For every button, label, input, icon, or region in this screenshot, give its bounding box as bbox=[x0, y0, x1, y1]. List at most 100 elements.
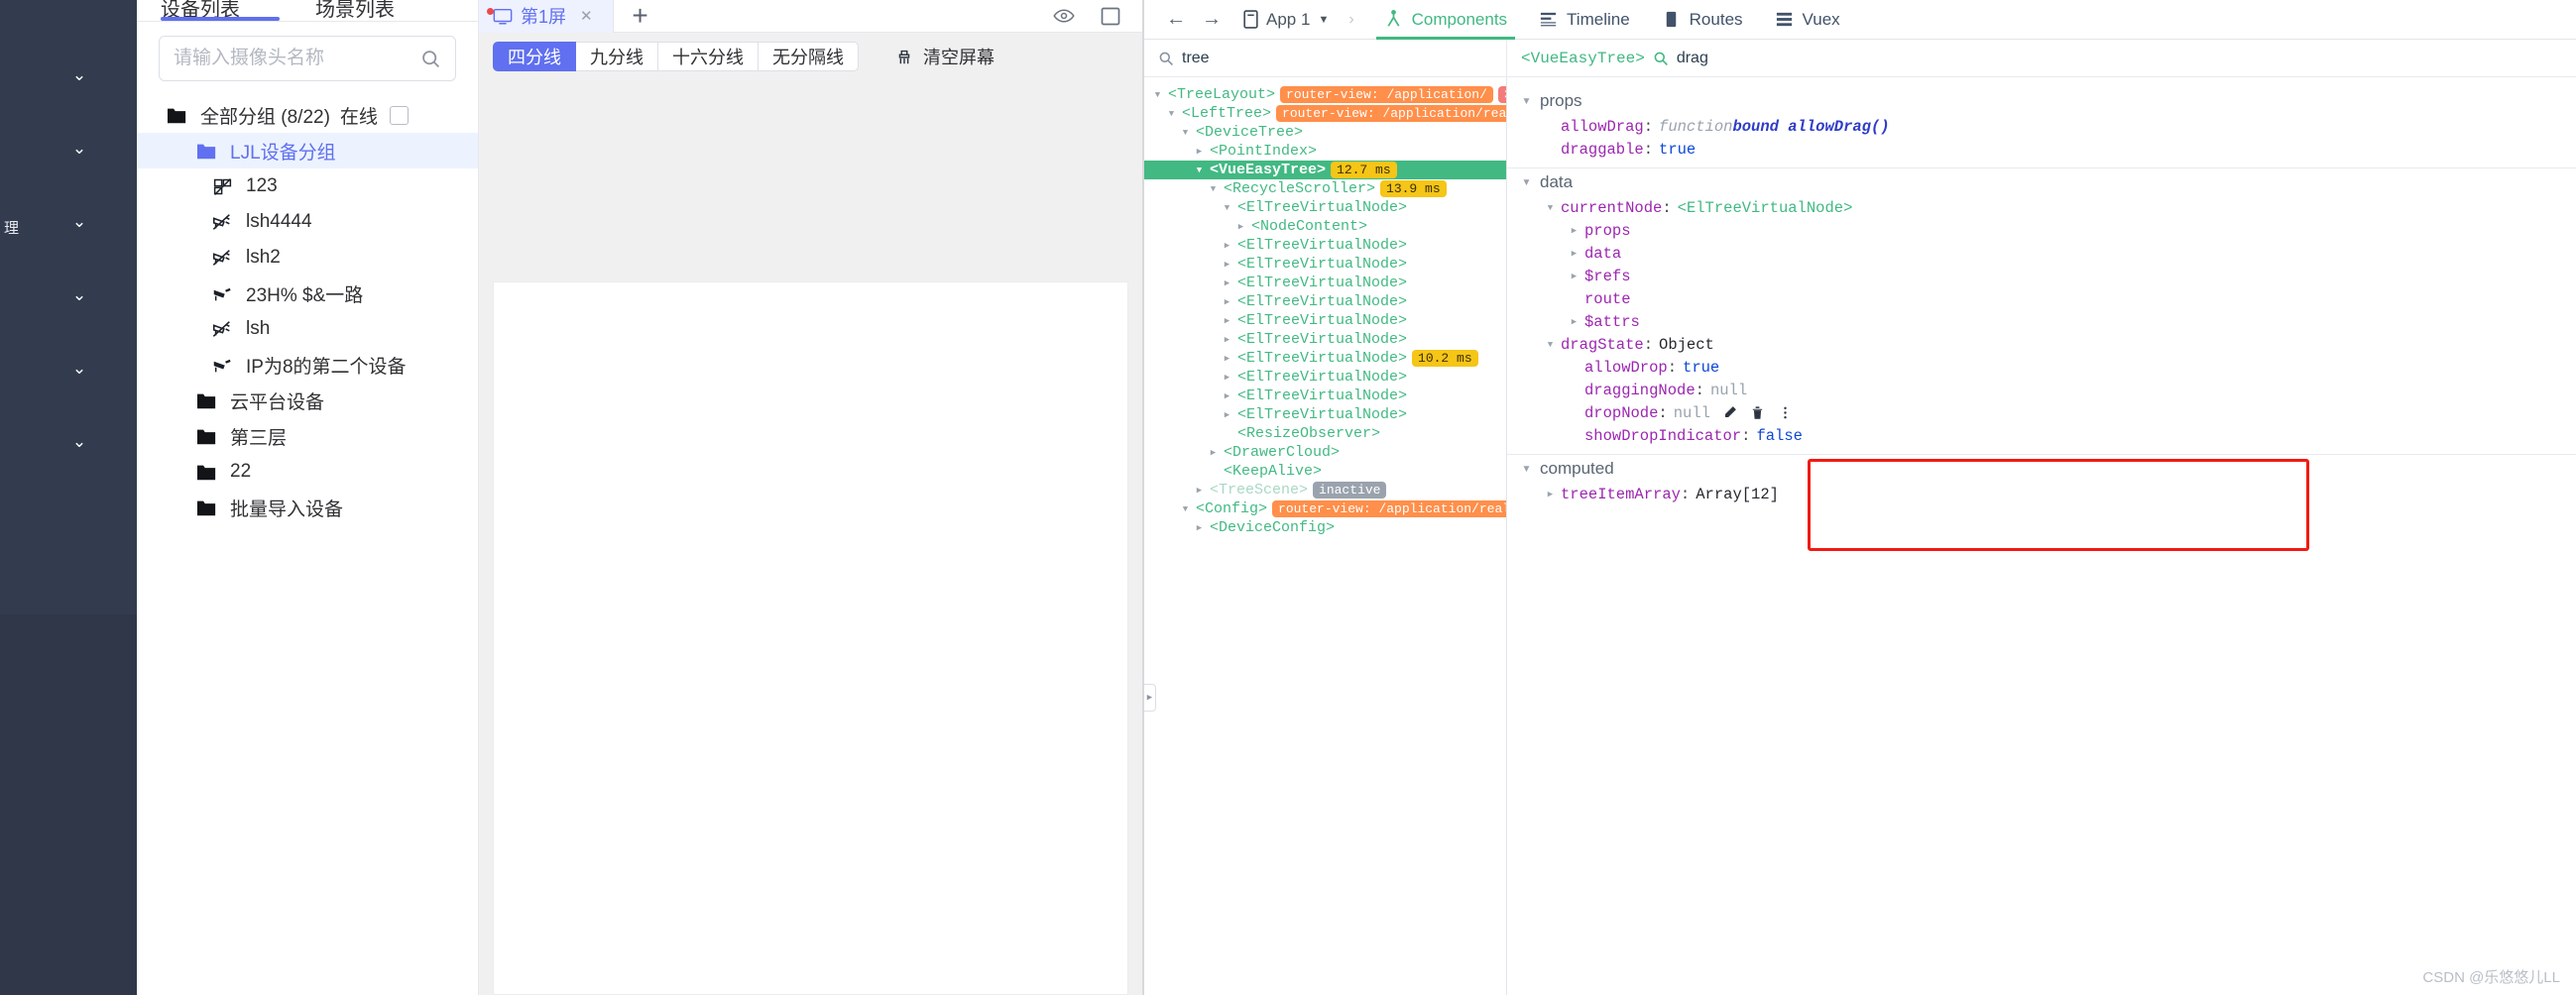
chevron-right-icon[interactable]: ▶ bbox=[1222, 410, 1232, 420]
chevron-right-icon[interactable]: ▶ bbox=[1222, 335, 1232, 345]
component-tree-node[interactable]: ▶ <ElTreeVirtualNode> bbox=[1144, 236, 1506, 255]
component-tree-node[interactable]: ▶ <ElTreeVirtualNode> bbox=[1144, 387, 1506, 405]
inspector-row[interactable]: ▼ dragState: Object bbox=[1507, 333, 2576, 356]
chevron-down-icon[interactable]: ▼ bbox=[1208, 184, 1219, 194]
online-checkbox[interactable] bbox=[389, 105, 409, 125]
tab-routes[interactable]: Routes bbox=[1646, 0, 1759, 40]
component-tree-node[interactable]: ▶ <NodeContent> bbox=[1144, 217, 1506, 236]
arrow-right-icon[interactable]: → bbox=[1194, 0, 1229, 40]
chevron-down-icon[interactable]: ▼ bbox=[1545, 203, 1556, 213]
chevron-right-icon[interactable]: ▶ bbox=[1569, 317, 1580, 327]
device-search-box[interactable] bbox=[159, 36, 456, 81]
chevron-down-icon[interactable]: ▼ bbox=[1166, 109, 1177, 119]
chevron-down-icon[interactable]: ▼ bbox=[1222, 203, 1232, 213]
component-tree-node[interactable]: ▼ <RecycleScroller> 13.9 ms bbox=[1144, 179, 1506, 198]
chevron-right-icon[interactable]: ▶ bbox=[1569, 226, 1580, 236]
chevron-down-icon[interactable]: ▼ bbox=[1521, 177, 1532, 188]
split-16-button[interactable]: 十六分线 bbox=[658, 42, 759, 71]
inspector-row[interactable]: ▼ currentNode: <ElTreeVirtualNode> bbox=[1507, 196, 2576, 219]
list-item[interactable]: lsh4444 bbox=[137, 204, 478, 240]
tab-vuex[interactable]: Vuex bbox=[1759, 0, 1856, 40]
inspector-row[interactable]: ▶ data bbox=[1507, 242, 2576, 265]
tree-scroll-handle[interactable]: ▶ bbox=[1144, 684, 1156, 712]
list-item[interactable]: 云平台设备 bbox=[137, 383, 478, 418]
chevron-down-icon[interactable]: ▼ bbox=[1545, 340, 1556, 350]
chevron-right-icon[interactable]: ▶ bbox=[1222, 316, 1232, 326]
chevron-down-icon[interactable]: ▼ bbox=[1521, 96, 1532, 107]
list-item[interactable]: 第三层 bbox=[137, 418, 478, 454]
chevron-down-icon[interactable]: ⌄ bbox=[69, 284, 89, 304]
chevron-down-icon[interactable]: ▼ bbox=[1194, 166, 1205, 175]
component-tree-node[interactable]: ▼ <DeviceTree> bbox=[1144, 123, 1506, 142]
search-input[interactable] bbox=[174, 48, 420, 69]
tab-scene-list[interactable]: 场景列表 bbox=[315, 0, 395, 21]
chevron-right-icon[interactable]: ▶ bbox=[1194, 147, 1205, 157]
list-item[interactable]: LJL设备分组 bbox=[137, 133, 478, 168]
tab-timeline[interactable]: Timeline bbox=[1523, 0, 1646, 40]
chevron-right-icon[interactable]: ▶ bbox=[1222, 354, 1232, 364]
chevron-right-icon[interactable]: ▶ bbox=[1208, 448, 1219, 458]
chevron-right-icon[interactable]: ▶ bbox=[1194, 523, 1205, 533]
chevron-down-icon[interactable]: ▼ bbox=[1180, 128, 1191, 138]
split-4-button[interactable]: 四分线 bbox=[493, 42, 576, 71]
split-9-button[interactable]: 九分线 bbox=[576, 42, 658, 71]
chevron-right-icon[interactable]: ▶ bbox=[1222, 391, 1232, 401]
component-tree-node[interactable]: ▼ <ElTreeVirtualNode> bbox=[1144, 198, 1506, 217]
chevron-down-icon[interactable]: ▼ bbox=[1521, 464, 1532, 475]
video-stage[interactable] bbox=[493, 281, 1128, 995]
list-item[interactable]: lsh2 bbox=[137, 240, 478, 276]
inspector-row[interactable]: draggable: true bbox=[1507, 138, 2576, 161]
component-tree-node[interactable]: ▶ <ElTreeVirtualNode> 10.2 ms bbox=[1144, 349, 1506, 368]
eye-icon[interactable] bbox=[1053, 8, 1075, 24]
chevron-down-icon[interactable]: ⌄ bbox=[69, 431, 89, 451]
list-item[interactable]: IP为8的第二个设备 bbox=[137, 347, 478, 383]
chevron-down-icon[interactable]: ⌄ bbox=[69, 64, 89, 84]
inspector-section-props[interactable]: ▼ props bbox=[1507, 87, 2576, 115]
clear-screen-button[interactable]: 清空屏幕 bbox=[894, 44, 995, 69]
inspector-row[interactable]: allowDrop: true bbox=[1507, 356, 2576, 379]
screen-tab-1[interactable]: 第1屏 ✕ bbox=[479, 0, 614, 33]
chevron-right-icon[interactable]: ▶ bbox=[1222, 278, 1232, 288]
device-group-header[interactable]: 全部分组 (8/22) 在线 bbox=[137, 97, 478, 133]
list-item[interactable]: 批量导入设备 bbox=[137, 490, 478, 525]
state-filter-input[interactable] bbox=[1676, 49, 2562, 67]
inspector-row[interactable]: showDropIndicator: false bbox=[1507, 424, 2576, 447]
component-tree-node[interactable]: ▶ <ElTreeVirtualNode> bbox=[1144, 274, 1506, 292]
chevron-down-icon[interactable]: ⌄ bbox=[69, 138, 89, 158]
chevron-right-icon[interactable]: ▶ bbox=[1222, 297, 1232, 307]
component-tree-node[interactable]: ▼ <TreeLayout>router-view: /application/3… bbox=[1144, 85, 1506, 104]
chevron-right-icon[interactable]: ▶ bbox=[1222, 373, 1232, 383]
chevron-right-icon[interactable]: ▶ bbox=[1235, 222, 1246, 232]
component-tree-node[interactable]: ▶ <DrawerCloud> bbox=[1144, 443, 1506, 462]
list-item[interactable]: 23H% $&一路 bbox=[137, 276, 478, 311]
list-item[interactable]: 123 bbox=[137, 168, 478, 204]
inspector-row[interactable]: ▶ $attrs bbox=[1507, 310, 2576, 333]
component-tree-node[interactable]: ▶ <PointIndex> bbox=[1144, 142, 1506, 161]
component-tree-node[interactable]: ▶ <ElTreeVirtualNode> bbox=[1144, 255, 1506, 274]
component-tree-node[interactable]: ▼ <LeftTree> router-view: /application/rea… bbox=[1144, 104, 1506, 123]
component-tree-node[interactable]: <KeepAlive> bbox=[1144, 462, 1506, 481]
inspector-row[interactable]: route bbox=[1507, 287, 2576, 310]
chevron-right-icon[interactable]: ▶ bbox=[1222, 260, 1232, 270]
component-filter-input[interactable] bbox=[1182, 49, 1492, 67]
component-tree-node[interactable]: ▶ <ElTreeVirtualNode> bbox=[1144, 368, 1506, 387]
app-selector[interactable]: App 1 ▼ bbox=[1237, 10, 1335, 30]
window-icon[interactable] bbox=[1101, 7, 1120, 26]
inspector-row[interactable]: ▶ treeItemArray: Array[12] bbox=[1507, 483, 2576, 505]
chevron-right-icon[interactable]: ▶ bbox=[1194, 486, 1205, 496]
arrow-left-icon[interactable]: ← bbox=[1158, 0, 1194, 40]
chevron-down-icon[interactable]: ▼ bbox=[1180, 504, 1191, 514]
more-vertical-icon[interactable] bbox=[1778, 405, 1793, 420]
component-tree-node[interactable]: ▶ <ElTreeVirtualNode> bbox=[1144, 330, 1506, 349]
inspector-row[interactable]: ▶ props bbox=[1507, 219, 2576, 242]
inspector-row[interactable]: allowDrag: function bound allowDrag() bbox=[1507, 115, 2576, 138]
component-tree-node[interactable]: ▶ <ElTreeVirtualNode> bbox=[1144, 311, 1506, 330]
component-tree-node[interactable]: ▶ <ElTreeVirtualNode> bbox=[1144, 405, 1506, 424]
chevron-right-icon[interactable]: ▶ bbox=[1569, 272, 1580, 281]
chevron-right-icon[interactable]: ▶ bbox=[1545, 490, 1556, 499]
component-tree-node[interactable]: ▼ <VueEasyTree> 12.7 ms bbox=[1144, 161, 1506, 179]
search-icon[interactable] bbox=[420, 49, 441, 69]
component-tree-node[interactable]: <ResizeObserver> bbox=[1144, 424, 1506, 443]
chevron-down-icon[interactable]: ▼ bbox=[1152, 90, 1163, 100]
component-tree-node[interactable]: ▶ <DeviceConfig> bbox=[1144, 518, 1506, 537]
